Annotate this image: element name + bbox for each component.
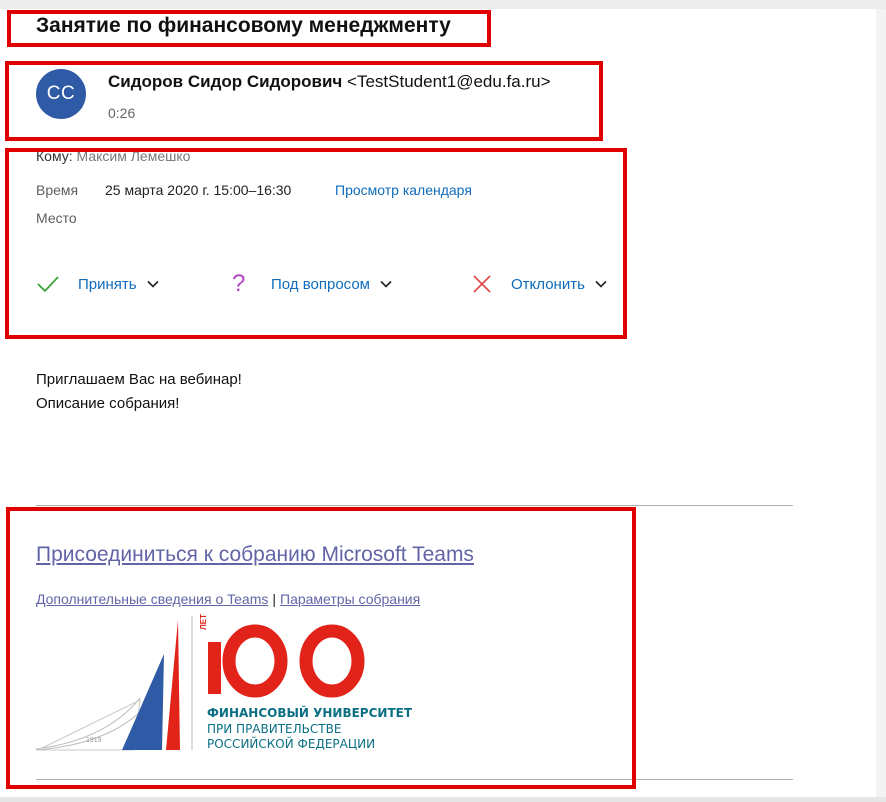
logo-line-3: РОССИЙСКОЙ ФЕДЕРАЦИИ (207, 737, 376, 751)
time-label: Время (36, 182, 79, 198)
question-icon: ? (232, 270, 246, 297)
sent-time: 0:26 (108, 105, 136, 121)
join-teams-meeting-link[interactable]: Присоединиться к собранию Microsoft Team… (36, 543, 474, 567)
meeting-options-link[interactable]: Параметры собрания (280, 591, 420, 607)
close-icon (472, 274, 494, 294)
divider (36, 505, 793, 506)
to-label: Кому: (36, 148, 73, 164)
recipient-line: Кому: Максим Лемешко (36, 148, 190, 164)
view-calendar-link[interactable]: Просмотр календаря (335, 182, 472, 198)
chevron-down-icon (147, 279, 159, 289)
accept-button[interactable]: Принять (36, 274, 159, 294)
teams-more-info-link[interactable]: Дополнительные сведения о Teams (36, 591, 268, 607)
link-separator: | (272, 591, 277, 607)
recipient-name[interactable]: Максим Лемешко (77, 148, 191, 164)
sender-name: Сидоров Сидор Сидорович (108, 72, 343, 91)
window-bottom-bar (0, 797, 886, 802)
sender-email: <TestStudent1@edu.fa.ru> (347, 72, 551, 91)
chevron-down-icon (380, 279, 392, 289)
logo-year: 1919 (86, 737, 102, 744)
place-label: Место (36, 210, 77, 226)
window-top-bar (0, 0, 886, 9)
email-subject: Занятие по финансовому менеджменту (36, 14, 451, 37)
avatar[interactable]: СС (36, 69, 86, 119)
scrollbar-track[interactable] (876, 9, 886, 802)
check-icon (36, 274, 66, 294)
tentative-button[interactable]: ? Под вопросом (232, 272, 392, 296)
tentative-label: Под вопросом (271, 275, 370, 293)
university-logo: ЛЕТ 1919 ФИНАНСОВЫЙ УНИВЕРСИТЕТ ПРИ ПРАВ… (36, 612, 436, 754)
logo-line-2: ПРИ ПРАВИТЕЛЬСТВЕ (207, 722, 342, 736)
logo-line-1: ФИНАНСОВЫЙ УНИВЕРСИТЕТ (207, 706, 413, 720)
body-line-2: Описание собрания! (36, 395, 180, 412)
body-line-1: Приглашаем Вас на вебинар! (36, 371, 242, 388)
sender-line[interactable]: Сидоров Сидор Сидорович <TestStudent1@ed… (108, 72, 551, 92)
chevron-down-icon (595, 279, 607, 289)
decline-label: Отклонить (511, 275, 585, 293)
divider (36, 779, 793, 780)
logo-years-label: ЛЕТ (199, 614, 208, 630)
teams-links: Дополнительные сведения о Teams | Параметр… (36, 591, 420, 607)
annotation-box-meeting (5, 148, 627, 339)
time-value: 25 марта 2020 г. 15:00–16:30 (105, 182, 292, 198)
accept-label: Принять (78, 275, 137, 293)
decline-button[interactable]: Отклонить (472, 274, 607, 294)
